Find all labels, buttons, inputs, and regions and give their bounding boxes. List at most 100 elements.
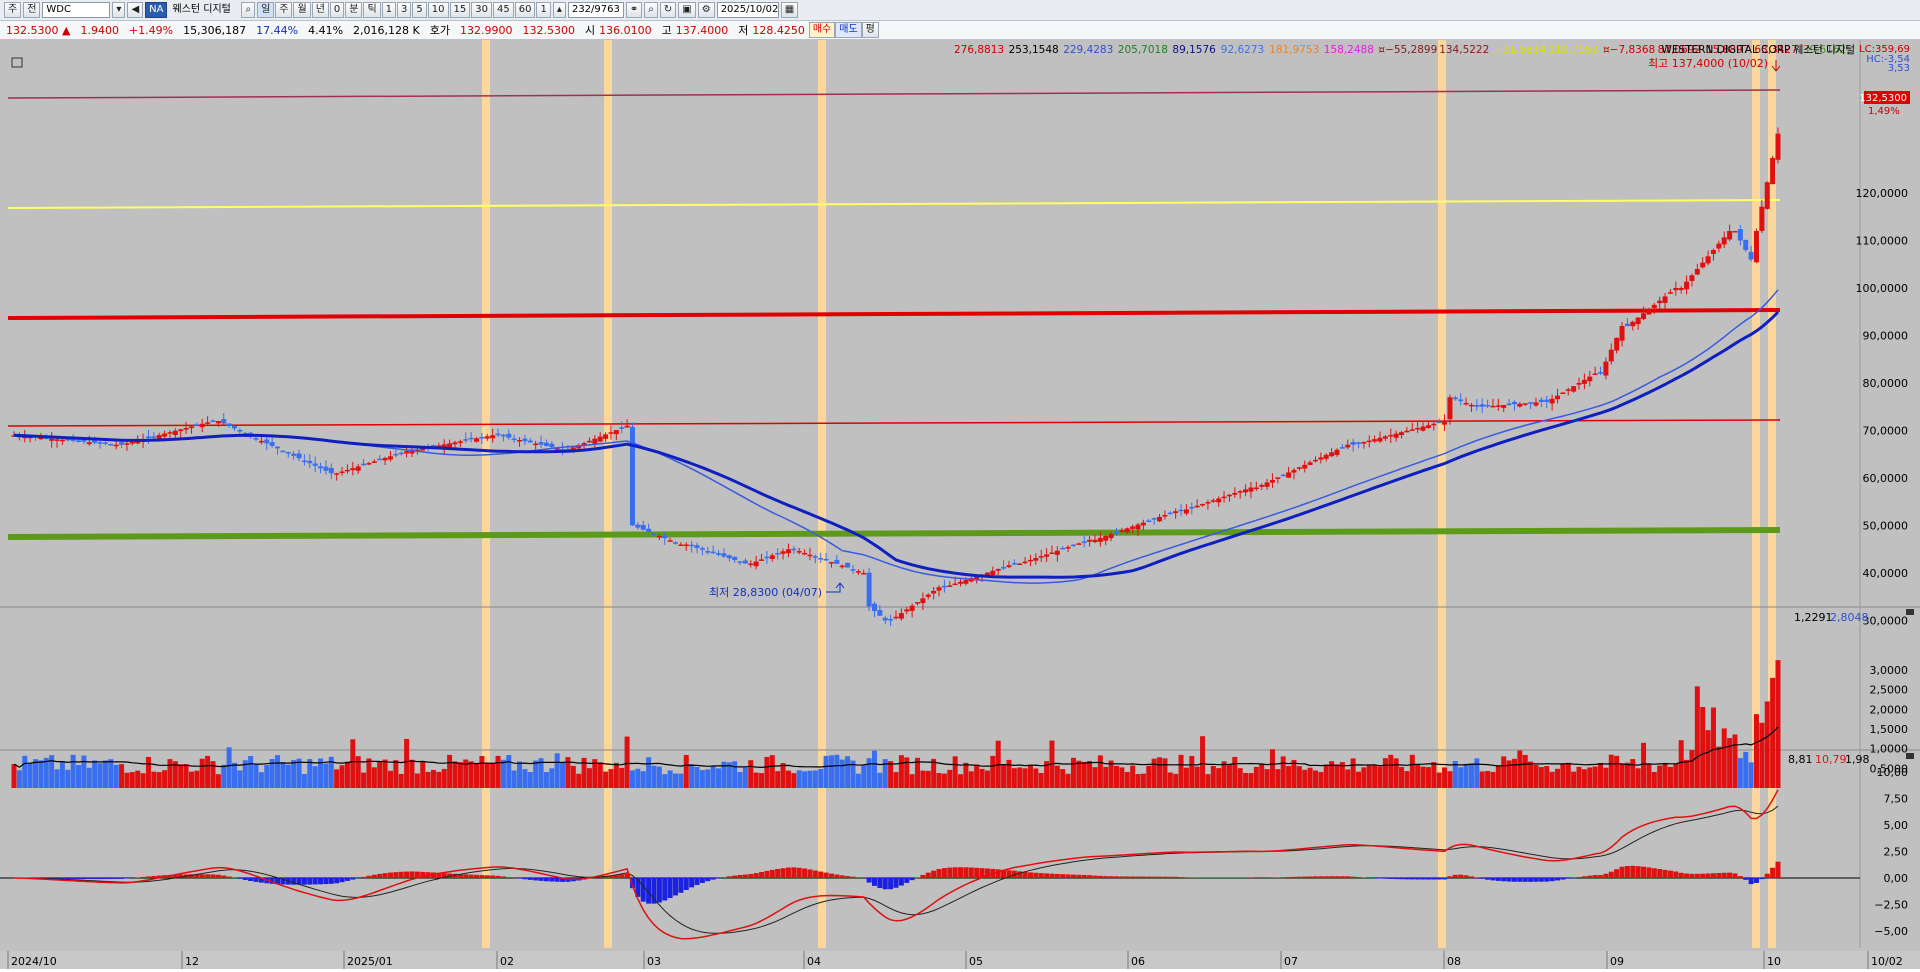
candle [1281,475,1286,477]
macd-histogram-bar [1136,877,1141,878]
chart-canvas[interactable]: 120,0000110,0000100,000090,000080,000070… [0,40,1920,969]
candle [705,551,710,553]
macd-histogram-bar [1657,869,1662,878]
macd-histogram-bar [313,878,318,884]
candle [1243,489,1248,492]
macd-histogram-bar [904,878,909,883]
count-field[interactable]: 232/9763 [568,2,624,18]
redo-icon[interactable]: ↻ [660,2,676,18]
macd-histogram-bar [1749,878,1754,884]
volume-bar [1222,761,1227,788]
candle [888,619,893,621]
chart-area[interactable]: 120,0000110,0000100,000090,000080,000070… [0,40,1920,969]
macd-histogram-bar [71,878,76,879]
volume-bar [496,756,501,788]
candle [302,460,307,462]
link-icon[interactable]: ⚭ [626,2,642,18]
volume-bar [1388,755,1393,788]
candle [1679,288,1684,290]
macd-histogram-bar [1394,878,1399,879]
period-button[interactable]: 45 [493,2,514,18]
period-button[interactable]: 60 [515,2,536,18]
period-button[interactable]: 월 [293,2,310,18]
period-button[interactable]: 주 [275,2,292,18]
macd-histogram-bar [1722,873,1727,878]
volume-bar [1566,763,1571,788]
volume-bar [1291,760,1296,788]
period-button[interactable]: 틱 [363,2,380,18]
volume-bar [920,771,925,788]
volume-bar [1076,761,1081,788]
volume-bar [641,771,646,788]
macd-histogram-bar [243,878,248,880]
volume-bar [323,763,328,788]
volume-bar [1722,728,1727,788]
volume-bar [1765,701,1770,788]
macd-histogram-bar [953,867,958,878]
volume-bar [1754,714,1759,788]
calendar-icon[interactable]: ▦ [781,2,798,18]
macd-histogram-bar [135,877,140,878]
na-badge[interactable]: NA [145,2,167,18]
code-input[interactable]: WDC [42,2,110,18]
volume-bar [1560,764,1565,788]
period-button[interactable]: 10 [428,2,449,18]
period-button[interactable]: 30 [471,2,492,18]
gear-icon[interactable]: ⚙ [698,2,715,18]
macd-histogram-bar [877,878,882,888]
dropdown-icon[interactable]: ▾ [112,2,125,18]
volume-bar [1743,752,1748,788]
eq-button[interactable]: 평 [862,22,879,38]
volume-bar [856,774,861,788]
macd-histogram-bar [81,878,86,879]
period-button[interactable]: 일 [257,2,274,18]
period-button[interactable]: 1 [536,2,550,18]
view-select[interactable]: 주 [4,2,21,18]
volume-bar [254,765,259,788]
volume-bar [356,756,361,788]
x-axis-label: 09 [1610,955,1624,968]
volume-bar [44,758,49,788]
volume-bar [1582,769,1587,788]
spin-icon[interactable]: ▴ [553,2,566,18]
candle [684,545,689,547]
period-button[interactable]: 년 [312,2,329,18]
macd-histogram-bar [867,878,872,883]
candle [877,610,882,616]
save-icon[interactable]: ▣ [678,2,695,18]
buy-button[interactable]: 매수 [809,22,835,38]
period-button[interactable]: 3 [397,2,411,18]
volume-bar [1431,762,1436,788]
zoom-icon[interactable]: ⌕ [644,2,658,18]
macd-histogram-bar [393,872,398,878]
volume-bar [1082,762,1087,788]
volume-bar [1152,759,1157,788]
macd-histogram-bar [711,878,716,880]
macd-histogram-bar [1157,877,1162,878]
candle [1146,521,1151,523]
candle [216,421,221,423]
search-icon[interactable]: ⌕ [241,2,255,18]
candle [1012,563,1017,565]
price-tick-label: 30,0000 [1863,615,1909,628]
period-button[interactable]: 0 [330,2,344,18]
period-button[interactable]: 5 [412,2,426,18]
panel-toggle-icon [1906,753,1914,759]
macd-histogram-bar [1539,878,1544,882]
volume-bar [130,772,135,788]
volume-bar [619,768,624,788]
candle [1039,556,1044,558]
period-button[interactable]: 15 [450,2,471,18]
macd-histogram-bar [1152,877,1157,878]
period-button[interactable]: 1 [382,2,396,18]
candle [1447,397,1452,419]
volume-bar [340,765,345,788]
sell-button[interactable]: 매도 [835,22,861,38]
volume-bar [38,760,43,788]
period-button[interactable]: 분 [345,2,362,18]
all-button[interactable]: 전 [23,2,40,18]
speaker-icon[interactable]: ◀ [127,2,143,18]
candle [479,437,484,439]
candle [1689,275,1694,281]
date-field[interactable]: 2025/10/02 [717,2,779,18]
